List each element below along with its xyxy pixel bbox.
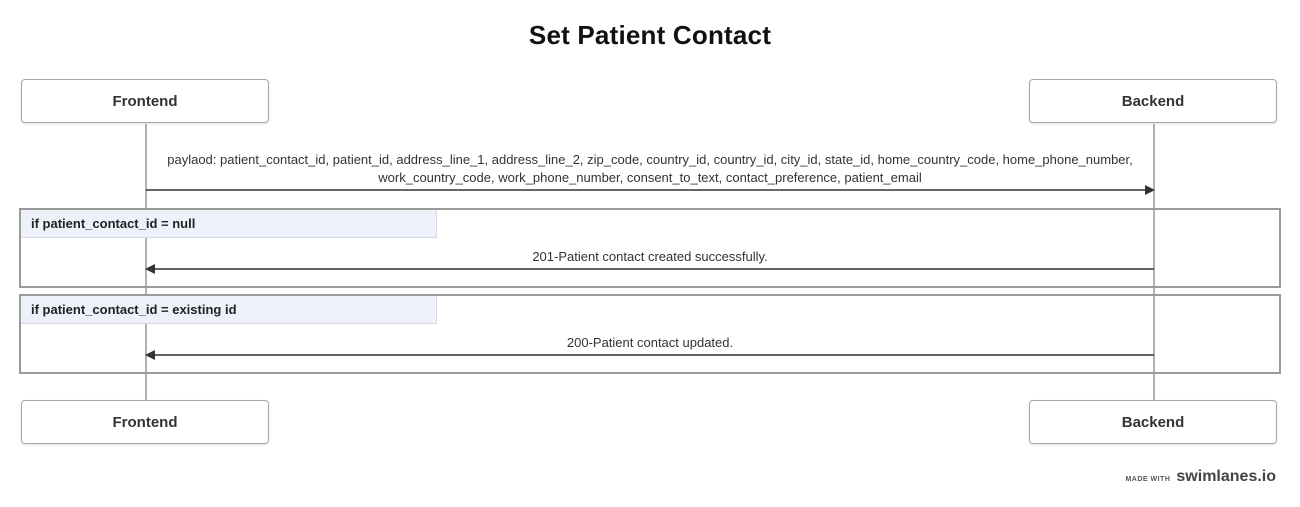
arrow-updated [145, 350, 1154, 360]
made-with-text: MADE WITH [1125, 476, 1171, 483]
arrow-created [145, 264, 1154, 274]
arrow-payload [146, 185, 1155, 195]
participant-frontend-bottom: Frontend [21, 400, 269, 444]
brand-link[interactable]: swimlanes.io [1176, 468, 1276, 486]
participant-backend-bottom: Backend [1029, 400, 1277, 444]
arrowhead-left-icon [145, 264, 155, 274]
arrowhead-left-icon [145, 350, 155, 360]
arrowhead-right-icon [1145, 185, 1155, 195]
made-with-badge[interactable]: MADE WITH swimlanes.io [1125, 468, 1276, 486]
